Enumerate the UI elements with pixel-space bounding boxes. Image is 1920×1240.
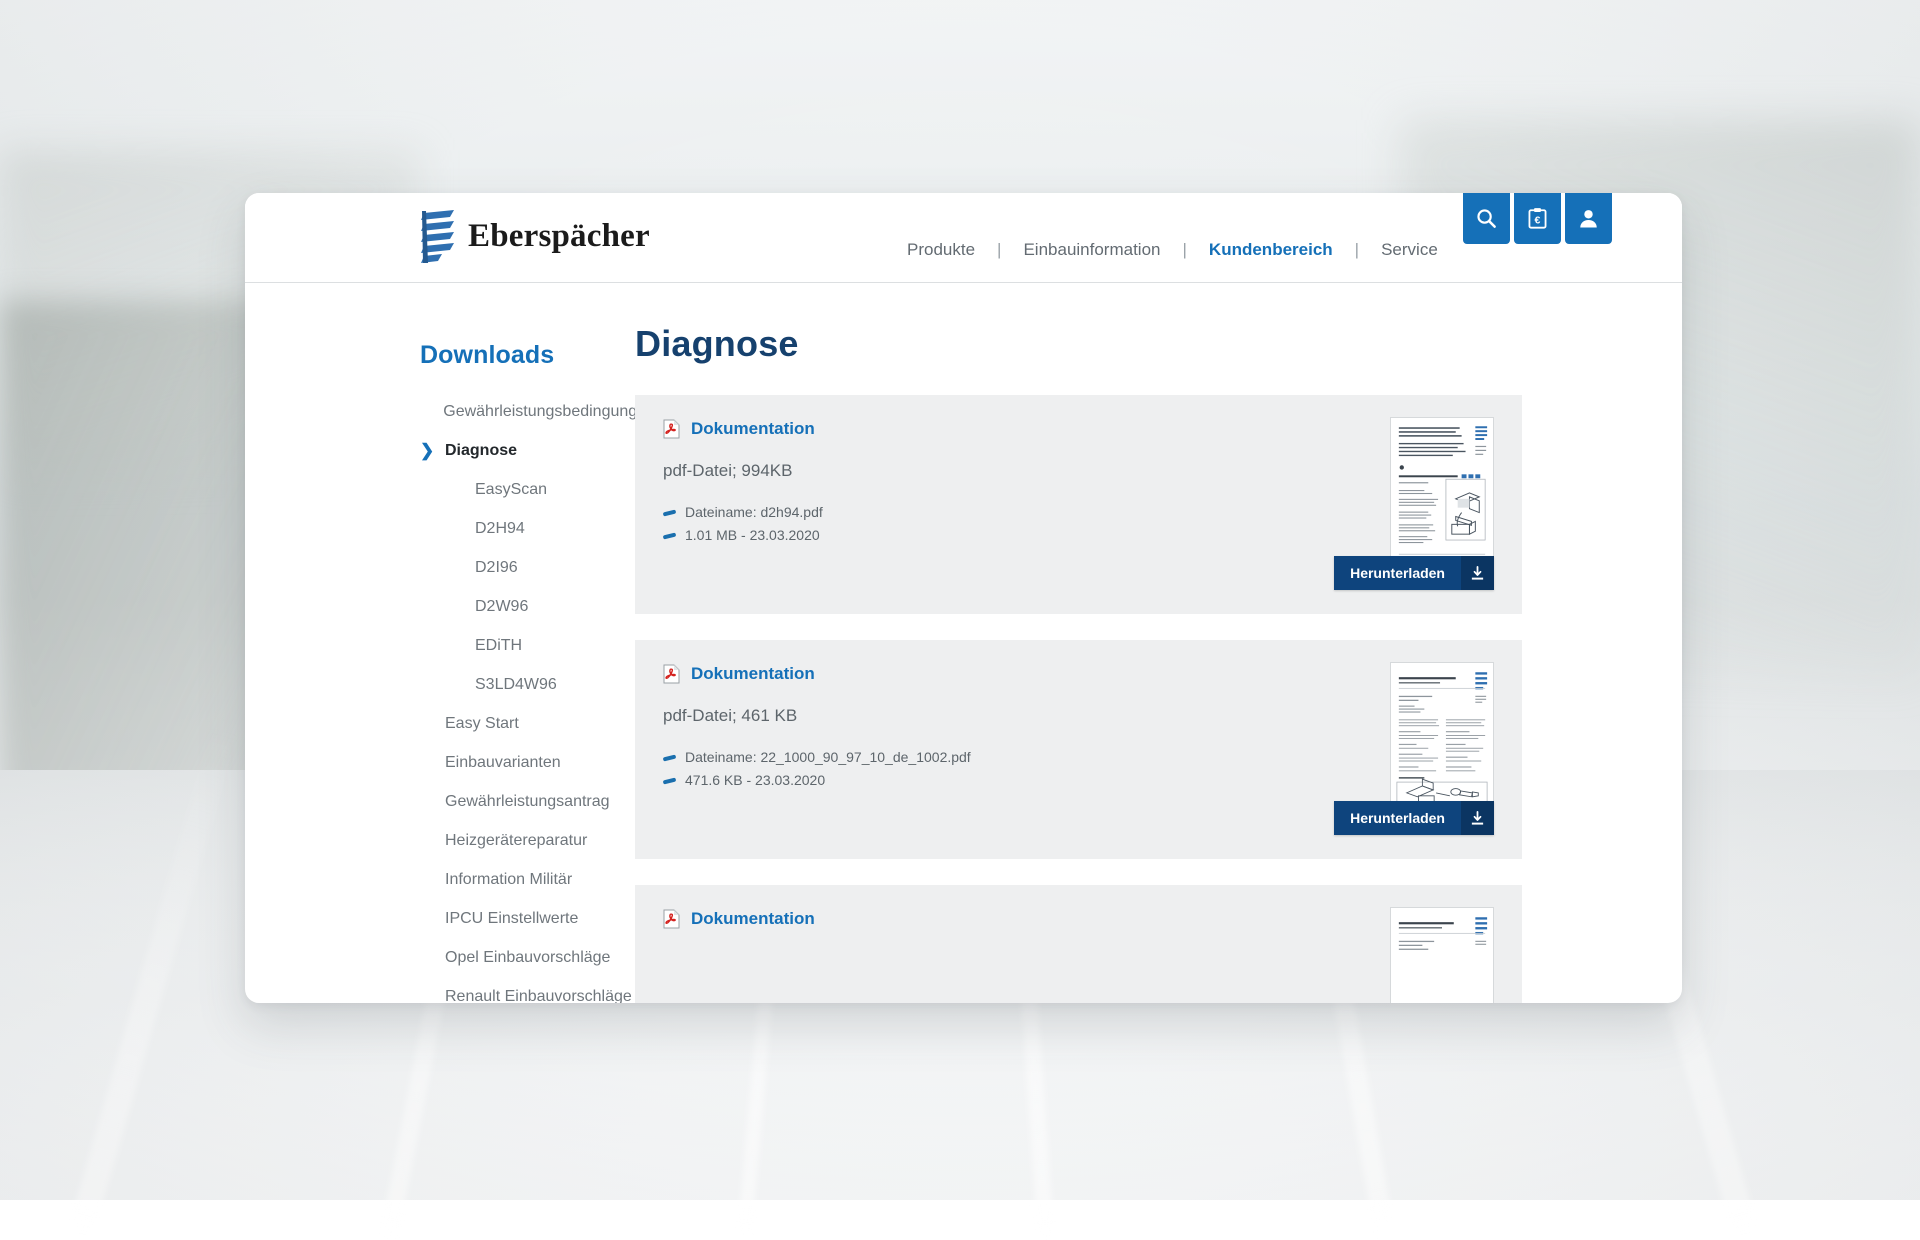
sidebar-item-heizgeraetereparatur[interactable]: ❯ Heizgerätereparatur xyxy=(420,821,635,860)
sidebar: Downloads ❯ Gewährleistungsbedingungen ❯… xyxy=(245,283,635,1002)
sidebar-item-label: D2H94 xyxy=(475,514,525,543)
download-icon xyxy=(1461,556,1494,590)
sidebar-item-gewaehrleistungsantrag[interactable]: ❯ Gewährleistungsantrag xyxy=(420,782,635,821)
document-header: Dokumentation xyxy=(663,909,1494,929)
sidebar-item-einbauvarianten[interactable]: ❯ Einbauvarianten xyxy=(420,743,635,782)
brand-name: Eberspächer xyxy=(468,220,650,255)
document-size-date: 1.01 MB - 23.03.2020 xyxy=(663,524,1494,547)
dash-bullet-icon xyxy=(663,509,677,516)
sidebar-item-label: EDiTH xyxy=(475,631,522,660)
sidebar-item-label: Heizgerätereparatur xyxy=(445,826,587,855)
sidebar-item-label: Information Militär xyxy=(445,865,572,894)
nav-item-produkte[interactable]: Produkte xyxy=(905,240,977,260)
document-header: Dokumentation xyxy=(663,419,1494,439)
document-title-link[interactable]: Dokumentation xyxy=(691,419,815,439)
sidebar-item-information-militaer[interactable]: ❯ Information Militär xyxy=(420,860,635,899)
document-card: Dokumentation pdf-Datei; 994KB Dateiname… xyxy=(635,395,1522,614)
sidebar-item-label: D2I96 xyxy=(475,553,518,582)
account-button[interactable] xyxy=(1565,193,1612,244)
nav-item-service[interactable]: Service xyxy=(1379,240,1440,260)
chevron-right-icon: ❯ xyxy=(420,442,436,459)
document-filename: Dateiname: 22_1000_90_97_10_de_1002.pdf xyxy=(663,746,1494,769)
nav-item-einbauinformation[interactable]: Einbauinformation xyxy=(1021,240,1162,260)
sidebar-item-d2h94[interactable]: ❯ D2H94 xyxy=(420,509,635,548)
dash-bullet-icon xyxy=(663,754,677,761)
document-filename-text: Dateiname: d2h94.pdf xyxy=(685,501,823,524)
nav-separator: | xyxy=(1163,240,1207,260)
nav-item-kundenbereich[interactable]: Kundenbereich xyxy=(1207,240,1335,260)
brand-logo[interactable]: Eberspächer xyxy=(420,209,650,265)
main-navigation: Produkte | Einbauinformation | Kundenber… xyxy=(905,240,1440,260)
document-card: Dokumentation xyxy=(635,885,1522,1003)
document-title-link[interactable]: Dokumentation xyxy=(691,664,815,684)
nav-separator: | xyxy=(977,240,1021,260)
document-thumbnail[interactable] xyxy=(1390,907,1494,1003)
sidebar-item-label: IPCU Einstellwerte xyxy=(445,904,578,933)
search-icon xyxy=(1475,207,1498,230)
download-button[interactable]: Herunterladen xyxy=(1334,556,1494,590)
sidebar-item-s3ld4w96[interactable]: ❯ S3LD4W96 xyxy=(420,665,635,704)
document-filename-text: Dateiname: 22_1000_90_97_10_de_1002.pdf xyxy=(685,746,971,769)
sidebar-item-label: Easy Start xyxy=(445,709,519,738)
sidebar-item-d2w96[interactable]: ❯ D2W96 xyxy=(420,587,635,626)
document-subtitle: pdf-Datei; 461 KB xyxy=(663,706,1494,726)
sidebar-item-label: EasyScan xyxy=(475,475,547,504)
document-preview-icon xyxy=(1391,418,1493,564)
document-card: Dokumentation pdf-Datei; 461 KB Dateinam… xyxy=(635,640,1522,859)
pdf-icon xyxy=(663,909,680,929)
sidebar-item-d2i96[interactable]: ❯ D2I96 xyxy=(420,548,635,587)
document-size-date: 471.6 KB - 23.03.2020 xyxy=(663,769,1494,792)
sidebar-item-label: Gewährleistungsantrag xyxy=(445,787,610,816)
sidebar-item-renault-einbauvorschlaege[interactable]: ❯ Renault Einbauvorschläge xyxy=(420,977,635,1003)
dash-bullet-icon xyxy=(663,532,677,539)
sidebar-item-easyscan[interactable]: ❯ EasyScan xyxy=(420,470,635,509)
svg-text:€: € xyxy=(1535,214,1541,226)
document-preview-icon xyxy=(1391,663,1493,809)
clipboard-euro-icon: € xyxy=(1526,207,1549,230)
sidebar-item-label: Einbauvarianten xyxy=(445,748,561,777)
content-area: Diagnose Dokumentation pdf-Datei; 994KB … xyxy=(635,283,1682,1002)
document-header: Dokumentation xyxy=(663,664,1494,684)
pdf-icon xyxy=(663,664,680,684)
download-button-label: Herunterladen xyxy=(1334,556,1461,590)
sidebar-item-gewaehrleistungsbedingungen[interactable]: ❯ Gewährleistungsbedingungen xyxy=(420,392,635,431)
sidebar-item-ipcu-einstellwerte[interactable]: ❯ IPCU Einstellwerte xyxy=(420,899,635,938)
sidebar-item-label: D2W96 xyxy=(475,592,528,621)
site-header: Eberspächer Produkte | Einbauinformation… xyxy=(245,193,1682,283)
download-button[interactable]: Herunterladen xyxy=(1334,801,1494,835)
sidebar-item-label: Opel Einbauvorschläge xyxy=(445,943,610,972)
sidebar-title: Downloads xyxy=(420,341,635,370)
header-actions: € xyxy=(1463,193,1612,244)
download-button-label: Herunterladen xyxy=(1334,801,1461,835)
sidebar-item-diagnose[interactable]: ❯ Diagnose xyxy=(420,431,635,470)
sidebar-item-label: Renault Einbauvorschläge xyxy=(445,982,632,1003)
sidebar-item-label: Gewährleistungsbedingungen xyxy=(443,397,655,426)
cart-button[interactable]: € xyxy=(1514,193,1561,244)
document-title-link[interactable]: Dokumentation xyxy=(691,909,815,929)
dash-bullet-icon xyxy=(663,777,677,784)
document-thumbnail[interactable] xyxy=(1390,417,1494,565)
sidebar-item-label: S3LD4W96 xyxy=(475,670,557,699)
document-size-date-text: 471.6 KB - 23.03.2020 xyxy=(685,769,825,792)
pdf-icon xyxy=(663,419,680,439)
sidebar-item-label: Diagnose xyxy=(445,436,517,465)
user-icon xyxy=(1577,207,1600,230)
eberspaecher-logo-icon xyxy=(420,209,458,265)
page-body: Downloads ❯ Gewährleistungsbedingungen ❯… xyxy=(245,283,1682,1002)
browser-page-card: Eberspächer Produkte | Einbauinformation… xyxy=(245,193,1682,1003)
nav-separator: | xyxy=(1335,240,1379,260)
document-subtitle: pdf-Datei; 994KB xyxy=(663,461,1494,481)
document-filename: Dateiname: d2h94.pdf xyxy=(663,501,1494,524)
download-icon xyxy=(1461,801,1494,835)
page-title: Diagnose xyxy=(635,323,1522,365)
sidebar-item-easy-start[interactable]: ❯ Easy Start xyxy=(420,704,635,743)
document-thumbnail[interactable] xyxy=(1390,662,1494,810)
search-button[interactable] xyxy=(1463,193,1510,244)
sidebar-item-opel-einbauvorschlaege[interactable]: ❯ Opel Einbauvorschläge xyxy=(420,938,635,977)
document-size-date-text: 1.01 MB - 23.03.2020 xyxy=(685,524,820,547)
document-preview-icon xyxy=(1391,908,1493,1003)
sidebar-item-edith[interactable]: ❯ EDiTH xyxy=(420,626,635,665)
